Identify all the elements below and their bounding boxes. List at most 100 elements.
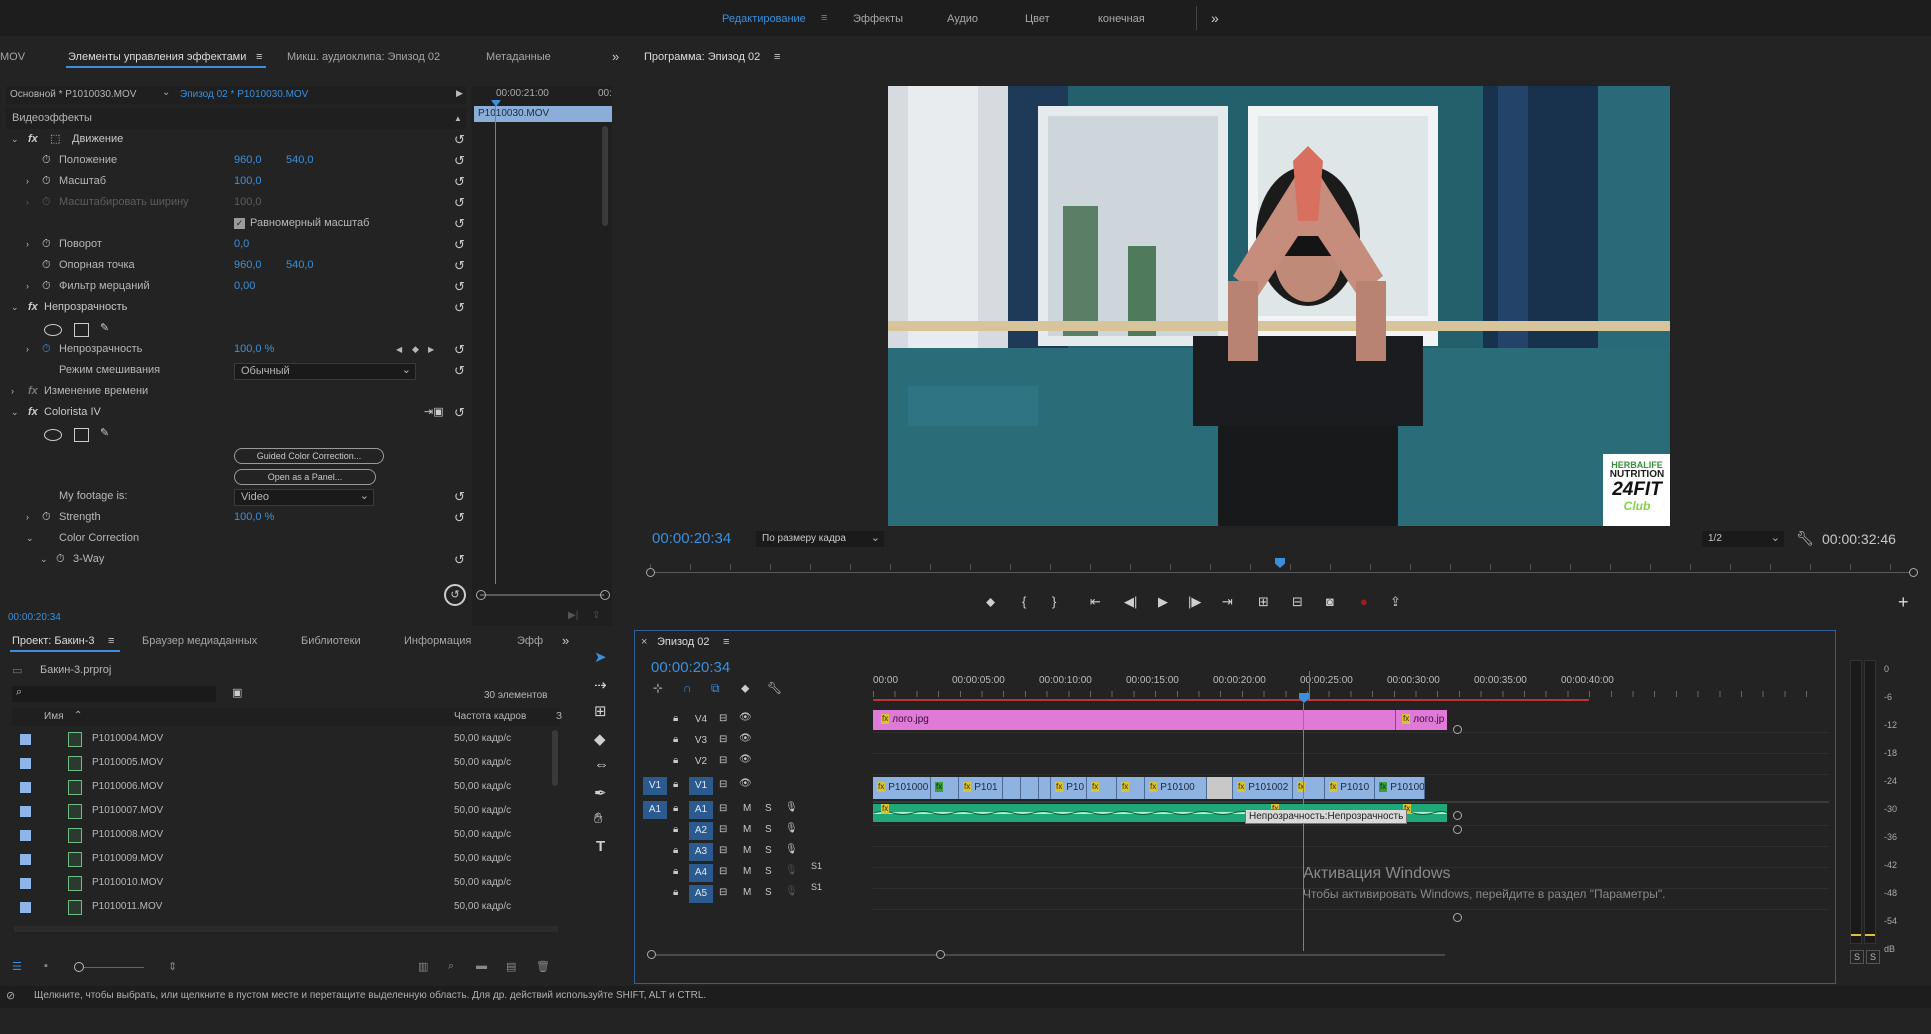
reset-icon[interactable]: ↺ <box>454 280 468 294</box>
lock-icon[interactable]: 🔒︎ <box>673 845 678 856</box>
program-timecode[interactable]: 00:00:20:34 <box>652 530 731 547</box>
timeline-menu-icon[interactable]: ≡ <box>723 631 729 653</box>
tab-project[interactable]: Проект: Бакин-3 <box>12 630 95 652</box>
mute-button[interactable]: M <box>743 803 751 814</box>
solo-button[interactable]: S <box>765 824 772 835</box>
solo-button[interactable]: S <box>765 866 772 877</box>
colorista-panel-icon[interactable]: ⇥▣ <box>424 402 444 423</box>
lock-icon[interactable]: 🔒︎ <box>673 824 678 835</box>
step-back-icon[interactable]: ◀| <box>1124 594 1137 610</box>
automate-icon[interactable]: ▥ <box>418 960 428 973</box>
reset-icon[interactable]: ↺ <box>454 343 468 357</box>
stopwatch-icon[interactable]: ⏱ <box>42 339 51 360</box>
project-search-input[interactable]: ⌕ <box>12 686 216 702</box>
v1-clip[interactable]: fx <box>1117 777 1145 799</box>
tab-metadata[interactable]: Метаданные <box>486 46 551 68</box>
wrench-icon[interactable]: 🔧︎ <box>1796 530 1814 547</box>
list-item[interactable]: P1010007.MOV 50,00 кадр/с <box>12 800 552 824</box>
stopwatch-icon[interactable]: ⏱ <box>42 171 51 192</box>
type-tool-icon[interactable]: T <box>596 838 605 855</box>
track-target-v2[interactable]: V2 <box>689 753 713 771</box>
expand-right-icon[interactable]: › <box>11 381 14 402</box>
pen-mask-icon[interactable]: ✎ <box>100 318 109 339</box>
v1-clip[interactable]: fx P10 <box>1051 777 1087 799</box>
new-bin-footer-icon[interactable]: ▬ <box>476 960 487 972</box>
expand-icon[interactable]: ⌄ <box>11 402 19 423</box>
add-keyframe-icon[interactable]: ◆ <box>412 339 419 360</box>
rect-mask-icon[interactable] <box>74 428 89 442</box>
workspace-more-icon[interactable]: » <box>1211 10 1219 26</box>
v1-clip[interactable]: fx <box>1293 777 1325 799</box>
tab-media-browser[interactable]: Браузер медиаданных <box>142 630 257 652</box>
eye-icon[interactable]: 👁︎ <box>739 712 752 723</box>
fx-icon[interactable]: fx <box>28 129 38 150</box>
add-marker-icon[interactable]: ⬥ <box>986 594 995 610</box>
project-h-scroll[interactable] <box>14 926 558 932</box>
camera-icon[interactable]: ◙ <box>1326 594 1334 609</box>
blend-select[interactable]: Обычный ⌄ <box>234 363 416 380</box>
workspace-tab-final[interactable]: конечная <box>1098 13 1145 25</box>
icon-view-icon[interactable]: ▪ <box>44 960 48 972</box>
v1-clip[interactable] <box>1039 777 1051 799</box>
solo-right-button[interactable]: S <box>1866 950 1880 964</box>
label-color-swatch[interactable] <box>20 758 31 769</box>
label-color-swatch[interactable] <box>20 878 31 889</box>
mute-button[interactable]: M <box>743 866 751 877</box>
source-patch-a1[interactable]: A1 <box>643 801 667 819</box>
v1-clip[interactable]: fx P1010 <box>1325 777 1375 799</box>
stopwatch-icon[interactable]: ⏱ <box>56 549 65 570</box>
go-to-in-icon[interactable]: ⇤ <box>1090 594 1101 610</box>
item-name[interactable]: P1010008.MOV <box>92 829 163 840</box>
list-item[interactable]: P1010008.MOV 50,00 кадр/с <box>12 824 552 848</box>
uniform-scale-checkbox[interactable]: ✓ <box>234 218 245 229</box>
reset-icon[interactable]: ↺ <box>454 511 468 525</box>
tab-left-cut[interactable]: MOV <box>0 46 25 68</box>
expand-right-icon[interactable]: › <box>26 171 29 192</box>
ec-zoom-slider[interactable] <box>480 594 604 596</box>
expand-right-icon[interactable]: › <box>26 339 29 360</box>
timeline-h-scroll[interactable] <box>647 949 1449 961</box>
stopwatch-icon[interactable]: ⏱ <box>42 150 51 171</box>
lock-icon[interactable]: 🔒︎ <box>673 866 678 877</box>
v1-clip[interactable]: fx <box>931 777 959 799</box>
reset-icon[interactable]: ↺ <box>454 259 468 273</box>
source-master[interactable]: Основной * P1010030.MOV <box>10 89 136 100</box>
mute-button[interactable]: M <box>743 824 751 835</box>
workspace-menu-icon[interactable]: ≡ <box>821 12 827 24</box>
item-name[interactable]: P1010004.MOV <box>92 733 163 744</box>
tab-info[interactable]: Информация <box>404 630 471 652</box>
list-item[interactable]: P1010004.MOV 50,00 кадр/с <box>12 728 552 752</box>
ec-play-only-icon[interactable]: ▶| <box>568 610 578 621</box>
stopwatch-icon[interactable]: ⏱ <box>42 507 51 528</box>
add-button-icon[interactable]: + <box>1898 592 1909 613</box>
extract-icon[interactable]: ⊟ <box>1292 594 1303 610</box>
resolution-select[interactable]: 1/2 ⌄ <box>1702 531 1784 547</box>
microphone-icon[interactable]: 🎙︎ <box>785 865 798 876</box>
solo-button[interactable]: S <box>765 887 772 898</box>
snap-icon[interactable]: ∩ <box>683 681 692 695</box>
item-name[interactable]: P1010007.MOV <box>92 805 163 816</box>
solo-button[interactable]: S <box>765 803 772 814</box>
next-keyframe-icon[interactable]: ▶ <box>428 339 434 360</box>
ec-timecode[interactable]: 00:00:20:34 <box>8 612 61 623</box>
lock-icon[interactable]: 🔒︎ <box>673 779 678 790</box>
tab-effects-cut[interactable]: Эфф <box>517 630 543 652</box>
scrubber-start-handle[interactable] <box>646 568 655 577</box>
ellipse-mask-icon[interactable] <box>44 324 62 336</box>
track-target-a4[interactable]: A4 <box>689 864 713 882</box>
track-target-a5[interactable]: A5 <box>689 885 713 903</box>
track-target-a2[interactable]: A2 <box>689 822 713 840</box>
fx-motion-row[interactable]: ⌄ fx ⬚ Движение ↺ <box>6 129 466 150</box>
reset-icon[interactable]: ↺ <box>454 217 468 231</box>
program-title[interactable]: Программа: Эпизод 02 <box>644 46 760 68</box>
pen-mask-icon[interactable]: ✎ <box>100 423 109 444</box>
v1-clip[interactable] <box>1207 777 1233 799</box>
footage-select[interactable]: Video ⌄ <box>234 489 374 506</box>
v-zoom-handle-bottom[interactable] <box>1453 811 1462 820</box>
play-icon[interactable]: ▶ <box>1158 594 1168 610</box>
reset-icon[interactable]: ↺ <box>454 406 468 420</box>
anchor-y[interactable]: 540,0 <box>286 255 314 276</box>
sync-lock-icon[interactable]: ⊟ <box>719 713 727 724</box>
reset-icon[interactable]: ↺ <box>454 133 468 147</box>
reset-icon[interactable]: ↺ <box>454 364 468 378</box>
